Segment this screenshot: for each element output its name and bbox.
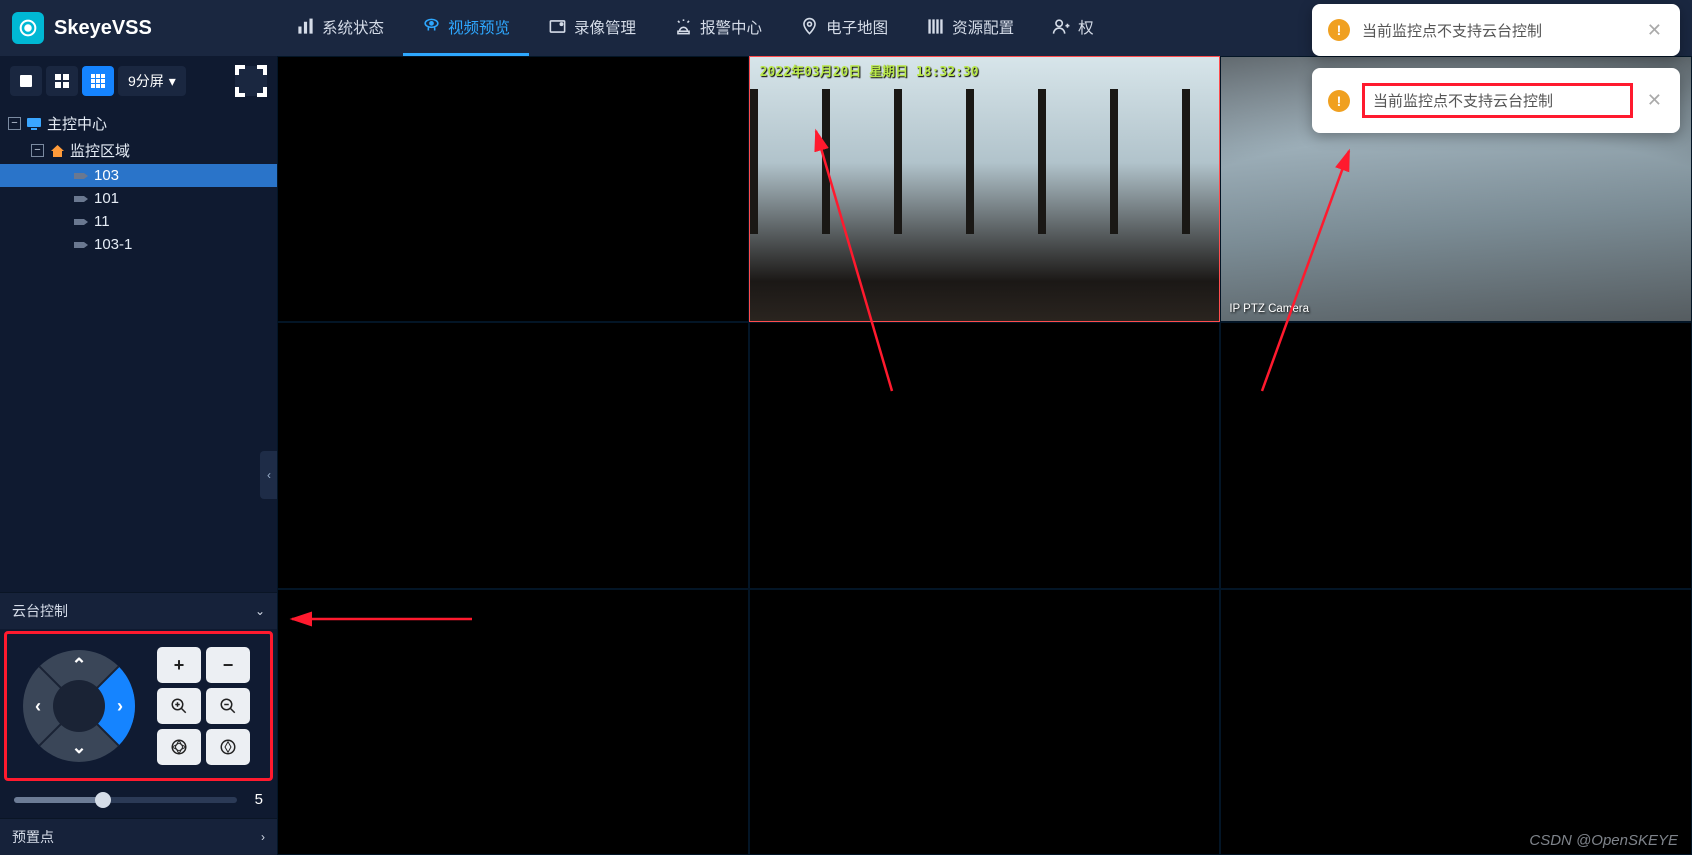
fullscreen-button[interactable] [235,66,267,96]
main-nav: 系统状态 视频预览 录像管理 报警中心 电子地图 资源配置 权 [277,0,1113,56]
logo-icon [12,12,44,44]
preset-section-header[interactable]: 预置点 › [0,818,277,855]
nav-label: 权 [1078,16,1094,38]
video-cell-active[interactable]: 2022年03月20日 星期日 18:32:30 [749,56,1221,322]
tree-item-label: 103 [94,167,119,184]
nav-record-manage[interactable]: 录像管理 [529,0,655,56]
layout-select-label: 9分屏 [128,71,164,91]
monitor-icon [26,117,42,131]
ptz-title: 云台控制 [12,601,68,621]
chevron-right-icon: › [261,830,265,844]
nav-system-status[interactable]: 系统状态 [277,0,403,56]
nav-label: 报警中心 [700,16,762,38]
layout-select[interactable]: 9分屏 ▾ [118,66,186,96]
nav-resource-config[interactable]: 资源配置 [907,0,1033,56]
ptz-speed-value: 5 [247,791,263,808]
collapse-icon[interactable]: − [8,117,21,130]
ptz-focus-in-button[interactable] [157,688,201,724]
nav-permission[interactable]: 权 [1033,0,1113,56]
video-cell[interactable] [749,589,1221,855]
ptz-left-button[interactable]: ‹ [25,693,51,719]
chevron-down-icon: ⌄ [255,604,265,618]
ptz-iris-close-button[interactable] [206,729,250,765]
preset-title: 预置点 [12,827,54,847]
camera-icon [73,192,89,206]
nav-label: 视频预览 [448,16,510,38]
ptz-panel: ⌃ ⌄ ‹ › + − [4,631,273,781]
toast-message: 当前监控点不支持云台控制 [1362,20,1633,41]
ptz-iris-open-button[interactable] [157,729,201,765]
tree-item-label: 101 [94,190,119,207]
ptz-section-header[interactable]: 云台控制 ⌄ [0,592,277,629]
ptz-zoom-out-button[interactable]: − [206,647,250,683]
ptz-down-button[interactable]: ⌄ [66,734,92,760]
nav-label: 资源配置 [952,16,1014,38]
ptz-direction-wheel: ⌃ ⌄ ‹ › [19,646,139,766]
ptz-zoom-in-button[interactable]: + [157,647,201,683]
nav-emap[interactable]: 电子地图 [781,0,907,56]
nav-video-preview[interactable]: 视频预览 [403,0,529,56]
feed-timestamp: 2022年03月20日 星期日 18:32:30 [760,61,979,80]
toast-message: 当前监控点不支持云台控制 [1362,83,1633,118]
collapse-icon[interactable]: − [31,144,44,157]
nav-alarm-center[interactable]: 报警中心 [655,0,781,56]
tree-camera-item[interactable]: 103 [0,164,277,187]
video-cell[interactable] [277,56,749,322]
device-tree: − 主控中心 − 监控区域 103 101 [0,106,277,260]
layout-4-button[interactable] [46,66,78,96]
close-icon[interactable]: ✕ [1645,20,1664,41]
tree-root-label: 主控中心 [47,113,107,134]
nav-label: 录像管理 [574,16,636,38]
chevron-down-icon: ▾ [169,73,176,90]
app-name: SkeyeVSS [54,17,152,40]
warning-icon: ! [1328,19,1350,41]
tree-root[interactable]: − 主控中心 [0,110,277,137]
video-cell[interactable] [277,589,749,855]
nav-label: 电子地图 [826,16,888,38]
video-cell[interactable] [1220,322,1692,588]
camera-icon [73,169,89,183]
close-icon[interactable]: ✕ [1645,90,1664,111]
toast-warning: ! 当前监控点不支持云台控制 ✕ [1312,4,1680,56]
toast-warning: ! 当前监控点不支持云台控制 ✕ [1312,68,1680,133]
app-logo: SkeyeVSS [12,12,277,44]
tree-group-label: 监控区域 [70,140,130,161]
video-cell[interactable] [749,322,1221,588]
sidebar-collapse-handle[interactable]: ‹ [260,451,278,499]
warning-icon: ! [1328,90,1350,112]
tree-camera-item[interactable]: 11 [0,210,277,233]
watermark: CSDN @OpenSKEYE [1529,832,1678,849]
home-icon [49,144,65,158]
video-cell[interactable] [1220,589,1692,855]
video-cell[interactable] [277,322,749,588]
ptz-speed-slider[interactable] [14,797,237,803]
layout-1-button[interactable] [10,66,42,96]
ptz-right-button[interactable]: › [107,693,133,719]
tree-camera-item[interactable]: 101 [0,187,277,210]
ptz-up-button[interactable]: ⌃ [66,652,92,678]
tree-item-label: 11 [94,213,110,230]
layout-9-button[interactable] [82,66,114,96]
feed-label: IP PTZ Camera [1229,303,1309,315]
camera-icon [73,215,89,229]
tree-item-label: 103-1 [94,236,132,253]
camera-icon [73,238,89,252]
tree-camera-item[interactable]: 103-1 [0,233,277,256]
nav-label: 系统状态 [322,16,384,38]
ptz-focus-out-button[interactable] [206,688,250,724]
video-grid: 2022年03月20日 星期日 18:32:30 IP PTZ Camera [277,56,1692,855]
tree-group[interactable]: − 监控区域 [0,137,277,164]
view-toolbar: 9分屏 ▾ [0,56,277,106]
